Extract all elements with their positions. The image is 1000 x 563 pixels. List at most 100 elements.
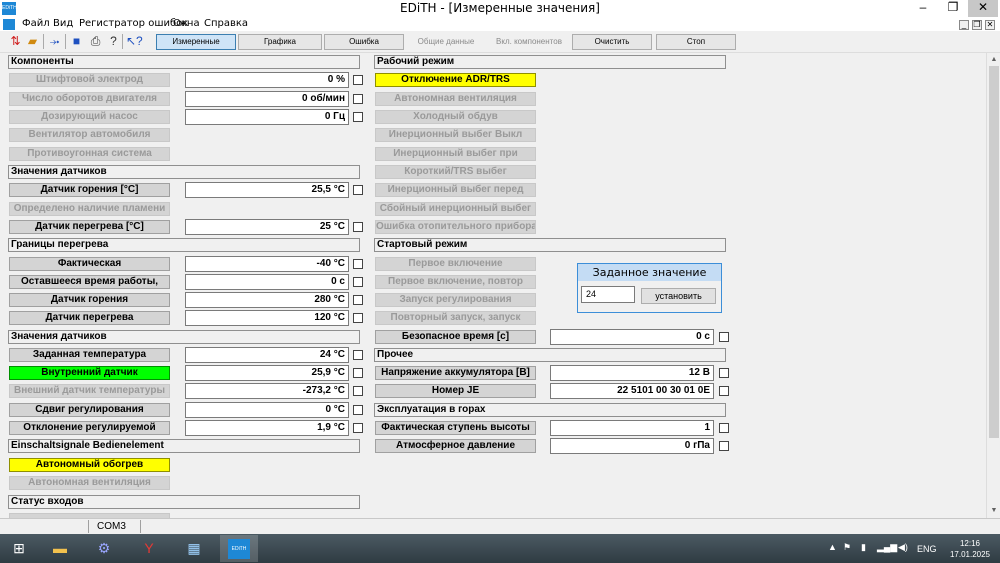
close-button[interactable]: ✕: [968, 0, 998, 17]
taskbar-edith[interactable]: EDiTH: [220, 535, 258, 562]
label-actual[interactable]: Фактическая: [9, 257, 170, 271]
clear-button[interactable]: Очистить: [572, 34, 652, 50]
label-safe-time[interactable]: Безопасное время [с]: [375, 330, 536, 344]
label-dosing-pump[interactable]: Дозирующий насос: [9, 110, 170, 124]
device-icon[interactable]: ▮: [861, 542, 866, 553]
checkbox-engine-rpm[interactable]: [353, 94, 363, 104]
checkbox-overheat-sensor-limit[interactable]: [353, 313, 363, 323]
label-heater-error[interactable]: Ошибка отопительного прибора: [375, 220, 536, 234]
label-auto-vent[interactable]: Автономная вентиляция: [375, 92, 536, 106]
label-overheat-sensor-limit[interactable]: Датчик перегрева: [9, 311, 170, 325]
checkbox-dosing-pump[interactable]: [353, 112, 363, 122]
label-short-trs[interactable]: Короткий/TRS выбег: [375, 165, 536, 179]
label-first-start-repeat[interactable]: Первое включение, повтор: [375, 275, 536, 289]
label-glow-pin[interactable]: Штифтовой электрод: [9, 73, 170, 87]
checkbox-overheat-sensor[interactable]: [353, 222, 363, 232]
mdi-restore-button[interactable]: ❐: [972, 20, 982, 30]
tab-error[interactable]: Ошибка: [324, 34, 404, 50]
label-fault-inertia[interactable]: Сбойный инерционный выбег: [375, 202, 536, 216]
flag-icon[interactable]: ⚑: [843, 542, 851, 553]
label-first-start[interactable]: Первое включение: [375, 257, 536, 271]
menu-help[interactable]: Справка: [204, 18, 248, 29]
label-control-start[interactable]: Запуск регулирования: [375, 293, 536, 307]
checkbox-internal-sensor[interactable]: [353, 368, 363, 378]
label-flame-detected[interactable]: Определено наличие пламени: [9, 202, 170, 216]
label-battery-voltage[interactable]: Напряжение аккумулятора [В]: [375, 366, 536, 380]
checkbox-safe-time[interactable]: [719, 332, 729, 342]
volume-icon[interactable]: ◀): [898, 542, 908, 553]
label-flame-sensor-limit[interactable]: Датчик горения: [9, 293, 170, 307]
label-atm-pressure[interactable]: Атмосферное давление: [375, 439, 536, 453]
checkbox-altitude-step[interactable]: [719, 423, 729, 433]
label-inertia-at[interactable]: Инерционный выбег при: [375, 147, 536, 161]
menu-view[interactable]: Вид: [53, 18, 73, 29]
label-repeat-start[interactable]: Повторный запуск, запуск: [375, 311, 536, 325]
set-value-input[interactable]: 24: [581, 286, 635, 303]
label-je-number[interactable]: Номер JE: [375, 384, 536, 398]
checkbox-actual[interactable]: [353, 259, 363, 269]
label-auto-heating[interactable]: Автономный обогрев: [9, 458, 170, 472]
label-internal-sensor[interactable]: Внутренний датчик: [9, 366, 170, 380]
tab-graphics[interactable]: Графика: [238, 34, 322, 50]
checkbox-glow-pin[interactable]: [353, 75, 363, 85]
start-windows-icon[interactable]: ⊞: [0, 535, 38, 562]
toolbar-separator: [122, 34, 123, 49]
file-explorer-icon[interactable]: ▬: [41, 535, 79, 562]
checkbox-je-number[interactable]: [719, 386, 729, 396]
label-cold-blow[interactable]: Холодный обдув: [375, 110, 536, 124]
label-inertia-off[interactable]: Инерционный выбег Выкл: [375, 128, 536, 142]
settings-gear-icon[interactable]: ⚙: [85, 535, 123, 562]
checkbox-flame-sensor-limit[interactable]: [353, 295, 363, 305]
remote-desktop-icon[interactable]: ▦: [175, 535, 213, 562]
label-combustion-fan[interactable]: Вентилятор автомобиля: [9, 128, 170, 142]
checkbox-atm-pressure[interactable]: [719, 441, 729, 451]
label-control-deviation[interactable]: Отклонение регулируемой: [9, 421, 170, 435]
label-auto-ventilation[interactable]: Автономная вентиляция: [9, 476, 170, 490]
help-cursor-icon[interactable]: ↖?: [126, 34, 143, 49]
folder-icon[interactable]: ▰: [25, 34, 40, 49]
label-engine-rpm[interactable]: Число оборотов двигателя: [9, 92, 170, 106]
save-icon[interactable]: ■: [69, 34, 84, 49]
menu-file[interactable]: Файл: [22, 18, 50, 29]
label-anti-theft[interactable]: Противоугонная система: [9, 147, 170, 161]
label-adr-shutdown[interactable]: Отключение ADR/TRS: [375, 73, 536, 87]
menu-windows[interactable]: Окна: [173, 18, 200, 29]
document-icon[interactable]: [3, 19, 15, 30]
help-icon[interactable]: ?: [106, 34, 121, 49]
label-flame-sensor[interactable]: Датчик горения [°C]: [9, 183, 170, 197]
clock[interactable]: 12:16 17.01.2025: [942, 538, 998, 560]
stop-button[interactable]: Стоп: [656, 34, 736, 50]
label-control-offset[interactable]: Сдвиг регулирования: [9, 403, 170, 417]
label-remaining-time[interactable]: Оставшееся время работы,: [9, 275, 170, 289]
label-overheat-sensor[interactable]: Датчик перегрева [°C]: [9, 220, 170, 234]
checkbox-control-offset[interactable]: [353, 405, 363, 415]
network-icon[interactable]: ▂▄▆: [877, 542, 897, 553]
mdi-minimize-button[interactable]: _: [959, 20, 969, 30]
yandex-browser-icon[interactable]: Y: [130, 535, 168, 562]
scroll-up-icon[interactable]: ▲: [989, 55, 999, 65]
checkbox-battery-voltage[interactable]: [719, 368, 729, 378]
plug-icon[interactable]: ⤞: [47, 34, 62, 49]
sort-icon[interactable]: ⇅: [8, 34, 23, 49]
maximize-button[interactable]: ❐: [938, 0, 968, 17]
checkbox-remaining-time[interactable]: [353, 277, 363, 287]
label-altitude-step[interactable]: Фактическая ступень высоты: [375, 421, 536, 435]
checkbox-target-temp[interactable]: [353, 350, 363, 360]
scrollbar-thumb[interactable]: [989, 66, 999, 438]
mdi-close-button[interactable]: ✕: [985, 20, 995, 30]
tab-measured-values[interactable]: Измеренные значения: [156, 34, 236, 60]
tray-expand-icon[interactable]: ▲: [828, 542, 837, 552]
label-target-temp[interactable]: Заданная температура: [9, 348, 170, 362]
checkbox-external-sensor[interactable]: [353, 386, 363, 396]
menu-error-logger[interactable]: Регистратор ошибок: [79, 18, 188, 29]
label-inertia-before[interactable]: Инерционный выбег перед: [375, 183, 536, 197]
set-button[interactable]: установить: [641, 288, 716, 304]
print-icon[interactable]: ⎙: [88, 34, 103, 49]
language-indicator[interactable]: ENG: [917, 544, 937, 554]
vertical-scrollbar[interactable]: ▲ ▼: [986, 53, 1000, 518]
checkbox-flame-sensor[interactable]: [353, 185, 363, 195]
minimize-button[interactable]: –: [908, 0, 938, 17]
scroll-down-icon[interactable]: ▼: [989, 506, 999, 516]
label-external-sensor[interactable]: Внешний датчик температуры: [9, 384, 170, 398]
checkbox-control-deviation[interactable]: [353, 423, 363, 433]
